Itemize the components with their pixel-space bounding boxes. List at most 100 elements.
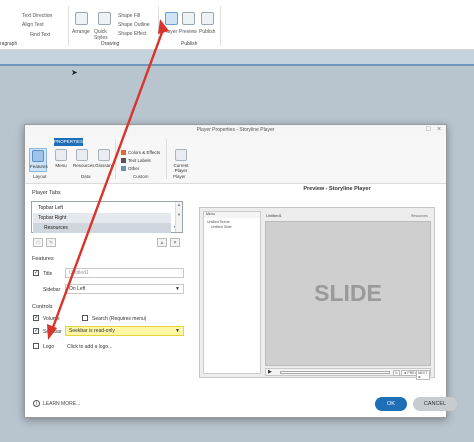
close-icon[interactable]: ×: [437, 126, 441, 134]
new-tab-icon[interactable]: □: [33, 238, 43, 247]
quick-styles-button-label[interactable]: Quick Styles: [94, 29, 116, 41]
preview-menu-item: Untitled Slide: [211, 225, 232, 229]
publish-button-label[interactable]: Publish: [199, 29, 215, 35]
player-properties-dialog: Player Properties - Storyline Player □ ×…: [24, 124, 457, 418]
ribbon-separator: [68, 6, 69, 46]
list-item[interactable]: Topbar Left: [33, 203, 171, 213]
publish-group-label: Publish: [181, 41, 198, 47]
tab-properties[interactable]: PROPERTIES: [54, 138, 83, 146]
title-checkbox[interactable]: ✓: [33, 270, 39, 276]
text-labels-label: Text Labels: [128, 158, 151, 163]
paragraph-group-label: ragraph: [0, 41, 18, 47]
preview-menu-panel: Menu Untitled Scene Untitled Slide: [203, 211, 261, 374]
preview-resources-tab: Resources: [411, 214, 428, 218]
player-icon[interactable]: [165, 12, 178, 25]
logo-checkbox[interactable]: [33, 343, 39, 349]
title-field[interactable]: Untitled1: [65, 268, 184, 278]
current-player-button[interactable]: Current Player: [170, 148, 192, 173]
mouse-cursor-icon: ➤: [71, 68, 78, 77]
preview-slide-text: SLIDE: [314, 280, 382, 306]
list-item[interactable]: Resources: [33, 223, 171, 233]
other-label: Other: [128, 166, 140, 171]
seekbar-select[interactable]: Seekbar is read-only ▼: [65, 326, 184, 336]
learn-more-label: LEARN MORE...: [43, 400, 81, 407]
learn-more-link[interactable]: i LEARN MORE...: [33, 400, 80, 407]
preview-icon[interactable]: [182, 12, 195, 25]
player-tabs-heading: Player Tabs: [32, 190, 61, 196]
features-button[interactable]: Features: [29, 148, 48, 172]
player-group-label: Player: [173, 174, 186, 179]
menu-button[interactable]: Menu: [52, 148, 70, 172]
list-item[interactable]: Topbar Right: [33, 213, 171, 223]
drawing-group-label: Drawing: [101, 41, 120, 47]
current-player-label: Current Player: [173, 163, 189, 173]
text-labels-button[interactable]: Text Labels: [121, 158, 151, 164]
preview-button-label[interactable]: Preview: [179, 29, 197, 35]
controls-heading: Controls: [32, 304, 53, 310]
current-player-icon: [175, 149, 187, 161]
glossary-icon: [98, 149, 110, 161]
other-button[interactable]: Other: [121, 166, 140, 172]
sidebar-select[interactable]: On Left ▼: [65, 284, 184, 294]
text-direction-button[interactable]: Text Direction: [22, 13, 52, 19]
preview-seekbar: [280, 371, 390, 374]
shape-outline-button[interactable]: Shape Outline: [118, 22, 150, 28]
maximize-icon[interactable]: □: [426, 126, 430, 134]
glossary-button[interactable]: Glossary: [95, 148, 113, 172]
resources-button[interactable]: Resources: [73, 148, 95, 172]
align-text-button[interactable]: Align Text: [22, 22, 44, 28]
arrange-button-label[interactable]: Arrange: [72, 29, 90, 35]
player-button-label[interactable]: Player: [163, 29, 177, 35]
play-icon: ▶: [268, 369, 272, 375]
move-up-icon[interactable]: ▲: [157, 238, 167, 247]
publish-icon[interactable]: [201, 12, 214, 25]
player-preview: Menu Untitled Scene Untitled Slide Untit…: [199, 207, 435, 380]
resources-icon: [76, 149, 88, 161]
shape-effect-button[interactable]: Shape Effect: [118, 31, 147, 37]
other-icon: [121, 166, 126, 172]
dialog-ribbon: PROPERTIES Features Menu Resources Gloss…: [25, 136, 446, 184]
volume-label: Volume: [43, 316, 60, 322]
sidebar-label: Sidebar: [43, 287, 61, 293]
player-tabs-list[interactable]: Topbar Left Topbar Right Resources ✓ ▲▼: [31, 201, 183, 233]
main-ribbon: Text Direction Align Text Find Text ragr…: [0, 0, 474, 50]
seekbar-label: Seekbar: [43, 329, 62, 335]
list-scrollbar[interactable]: ▲ ▼: [175, 202, 182, 232]
quick-styles-icon[interactable]: [98, 12, 111, 25]
ribbon-separator: [158, 6, 159, 46]
glossary-label: Glossary: [95, 163, 113, 168]
chevron-down-icon: ▼: [175, 328, 180, 334]
move-down-icon[interactable]: ▼: [170, 238, 180, 247]
arrange-icon[interactable]: [75, 12, 88, 25]
cancel-button[interactable]: CANCEL: [413, 397, 457, 411]
seekbar-checkbox[interactable]: ✓: [33, 328, 39, 334]
colors-effects-label: Colors & Effects: [128, 150, 161, 155]
ribbon-separator: [115, 139, 116, 179]
preview-menu-item: Untitled Scene: [207, 220, 230, 224]
chevron-down-icon: ▼: [175, 286, 180, 292]
info-icon: i: [33, 400, 40, 407]
features-icon: [32, 150, 44, 162]
add-logo-link[interactable]: Click to add a logo...: [67, 344, 112, 350]
find-text-button[interactable]: Find Text: [30, 32, 50, 38]
shape-fill-button[interactable]: Shape Fill: [118, 13, 140, 19]
data-group-label: Data: [81, 174, 91, 179]
menu-label: Menu: [55, 163, 67, 168]
ribbon-separator: [166, 139, 167, 179]
ribbon-separator: [220, 6, 221, 46]
edit-tab-icon[interactable]: ✎: [46, 238, 56, 247]
preview-slide-title: Untitled1: [266, 213, 282, 218]
search-checkbox[interactable]: [82, 315, 88, 321]
volume-checkbox[interactable]: ✓: [33, 315, 39, 321]
preview-slide: SLIDE: [265, 221, 431, 366]
seekbar-select-value: Seekbar is read-only: [69, 328, 115, 334]
preview-heading: Preview - Storyline Player: [303, 186, 371, 192]
colors-effects-button[interactable]: Colors & Effects: [121, 150, 161, 156]
sidebar-select-value: On Left: [69, 286, 86, 292]
workspace-header-band: [0, 50, 474, 66]
preview-replay-icon: ↻: [393, 370, 400, 376]
features-heading: Features: [32, 256, 54, 262]
ok-button[interactable]: OK: [375, 397, 407, 411]
preview-menu-header: Menu: [204, 212, 260, 218]
search-label: Search (Requires menu): [92, 316, 147, 322]
